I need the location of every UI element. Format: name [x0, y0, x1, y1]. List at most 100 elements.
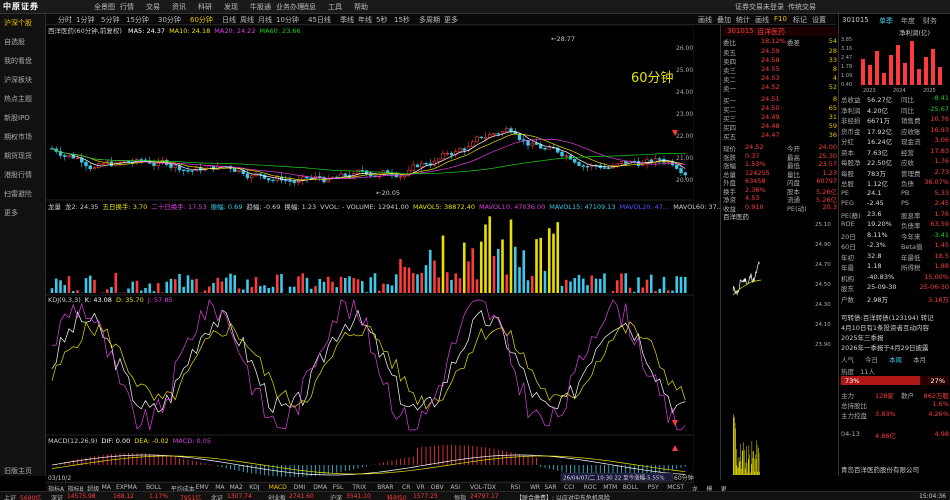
period-tab-5[interactable]: 60分钟: [190, 15, 213, 25]
indicator-tab-14[interactable]: FSL: [333, 484, 344, 491]
chart-tool-1[interactable]: 叠加: [717, 15, 731, 25]
ticker-item-14[interactable]: 1577.25: [413, 493, 438, 500]
indicator-tab-21[interactable]: VOL-TDX: [470, 484, 496, 491]
nav-item-7[interactable]: 期货现货: [4, 151, 32, 161]
period-tab-4[interactable]: 30分钟: [158, 15, 181, 25]
top-menu-9[interactable]: 工具: [328, 2, 342, 12]
ticker-item-7[interactable]: 北证: [211, 493, 223, 500]
kline-chart-area[interactable]: ←28.77 ←20.05 03/10/2 26/04/07/二 10:30 22 至…: [45, 24, 723, 485]
period-tab-11[interactable]: 季线: [340, 15, 354, 25]
period-tab-15[interactable]: 多周期: [419, 15, 440, 25]
indicator-tab-30[interactable]: MCST: [667, 484, 684, 491]
fund-tab-1[interactable]: 年度: [901, 16, 915, 26]
hot-tab-1[interactable]: 今日: [865, 354, 878, 364]
indicator-tab-23[interactable]: WR: [530, 484, 540, 491]
nav-item-10[interactable]: 更多: [4, 208, 18, 218]
indicator-tab-17[interactable]: CR: [402, 484, 410, 491]
kline-chart-svg[interactable]: ←28.77 ←20.05 03/10/2 26/04/07/二 10:30 22 至…: [45, 24, 695, 483]
hot-tab-2[interactable]: 本周: [889, 354, 902, 364]
fund-tab-2[interactable]: 财务: [923, 16, 937, 26]
ticker-item-11[interactable]: 沪深: [330, 493, 342, 500]
nav-item-1[interactable]: 自选股: [4, 37, 25, 47]
period-tab-9[interactable]: 10分钟: [276, 15, 299, 25]
indicator-tab-24[interactable]: SAR: [544, 484, 556, 491]
news-item-2[interactable]: 2025年三季报: [841, 332, 884, 342]
chart-tool-2[interactable]: 统计: [736, 15, 750, 25]
indicator-tab-13[interactable]: DMA: [313, 484, 327, 491]
top-menu-8[interactable]: 消息: [302, 2, 316, 12]
indicator-tab-9[interactable]: MA2: [230, 484, 243, 491]
top-menu-3[interactable]: 资讯: [172, 2, 186, 12]
chart-tool-6[interactable]: 设置: [812, 15, 826, 25]
intraday-chart-svg[interactable]: 25.10 24.90 24.70 24.50 24.30 24.10 23.90: [721, 210, 839, 478]
ticker-item-12[interactable]: 3541.10: [346, 493, 371, 500]
top-menu-2[interactable]: 交易: [146, 2, 160, 12]
fund-tab-0[interactable]: 单季: [879, 16, 893, 26]
indicator-tab-11[interactable]: MACD: [269, 484, 287, 491]
top-menu-4[interactable]: 科研: [198, 2, 212, 12]
ticker-item-8[interactable]: 1307.74: [227, 493, 252, 500]
nav-item-3[interactable]: 沪深板块: [4, 75, 32, 85]
ticker-news[interactable]: 【联合缴费】: 以应对中东危机风险: [516, 493, 610, 500]
period-tab-0[interactable]: 分时: [58, 15, 72, 25]
period-tab-12[interactable]: 年线: [358, 15, 372, 25]
nav-item-8[interactable]: 港股行情: [4, 170, 32, 180]
period-tab-2[interactable]: 5分钟: [101, 15, 119, 25]
nav-item-6[interactable]: 期权市场: [4, 132, 32, 142]
ticker-item-0[interactable]: 上证: [4, 493, 16, 500]
ticker-item-9[interactable]: 创业板: [268, 493, 286, 500]
top-link-1[interactable]: 传统交易: [788, 2, 816, 12]
indicator-tab-12[interactable]: DMI: [294, 484, 306, 491]
nav-item-9[interactable]: 扫雷避险: [4, 189, 32, 199]
period-tab-14[interactable]: 15秒: [394, 15, 410, 25]
indicator-tab-28[interactable]: BOLL: [623, 484, 638, 491]
indicator-tab-29[interactable]: PSY: [648, 484, 659, 491]
nav-item-0[interactable]: 沪深个股: [4, 18, 32, 28]
top-link-0[interactable]: 证券交易未登录: [735, 2, 784, 12]
ticker-item-6[interactable]: 7951亿: [180, 493, 201, 500]
hot-tab-3[interactable]: 本月: [913, 354, 926, 364]
indicator-tab-4[interactable]: EXPMA: [116, 484, 137, 491]
period-tab-16[interactable]: 更多: [444, 15, 458, 25]
chart-tool-4[interactable]: F10: [774, 15, 787, 23]
ticker-item-2[interactable]: 深证: [51, 493, 63, 500]
indicator-tab-3[interactable]: MA: [102, 484, 111, 491]
period-tab-3[interactable]: 15分钟: [126, 15, 149, 25]
indicator-tab-7[interactable]: EMV: [196, 484, 209, 491]
period-tab-13[interactable]: 5秒: [376, 15, 387, 25]
nav-item-11[interactable]: 旧版主页: [4, 466, 32, 476]
indicator-tab-16[interactable]: BRAR: [377, 484, 393, 491]
indicator-tab-25[interactable]: CCI: [564, 484, 574, 491]
indicator-tab-5[interactable]: BOLL: [146, 484, 161, 491]
convertible-bond[interactable]: 可转债:百洋转债(123194) 转记: [841, 312, 934, 322]
indicator-tab-10[interactable]: KDJ: [249, 484, 259, 491]
period-tab-1[interactable]: 1分钟: [76, 15, 94, 25]
intraday-panel[interactable]: 百洋医药 25.10 24.90 24.70 24.50 24.30 24.10 23.90: [720, 210, 838, 480]
top-menu-6[interactable]: 牛股通: [250, 2, 271, 12]
chart-tool-0[interactable]: 画线: [698, 15, 712, 25]
chart-tool-5[interactable]: 标记: [793, 15, 807, 25]
hot-tab-0[interactable]: 人气: [841, 354, 854, 364]
ticker-item-4[interactable]: 168.12: [113, 493, 134, 500]
nav-item-5[interactable]: 新股IPO: [4, 113, 30, 123]
top-menu-7[interactable]: 业务办理: [276, 2, 304, 12]
indicator-tab-15[interactable]: TRIX: [352, 484, 366, 491]
indicator-tab-8[interactable]: MA: [215, 484, 224, 491]
ticker-item-3[interactable]: 14575.98: [67, 493, 96, 500]
ticker-item-15[interactable]: 恒指: [454, 493, 466, 500]
period-tab-7[interactable]: 周线: [240, 15, 254, 25]
ticker-item-16[interactable]: 24797.17: [470, 493, 499, 500]
indicator-tab-18[interactable]: VR: [416, 484, 424, 491]
ticker-item-10[interactable]: 2741.60: [289, 493, 314, 500]
chart-tool-3[interactable]: 画线: [755, 15, 769, 25]
period-tab-10[interactable]: 45日线: [308, 15, 331, 25]
indicator-tab-20[interactable]: ASI: [450, 484, 460, 491]
top-menu-5[interactable]: 发现: [224, 2, 238, 12]
news-item-3[interactable]: 2026年一季报于4月29日披露: [841, 342, 928, 352]
indicator-tab-22[interactable]: RSI: [510, 484, 520, 491]
top-menu-1[interactable]: 行情: [120, 2, 134, 12]
period-tab-8[interactable]: 月线: [258, 15, 272, 25]
indicator-tab-26[interactable]: ROC: [584, 484, 597, 491]
nav-item-2[interactable]: 我的看盘: [4, 56, 32, 66]
nav-item-4[interactable]: 热点主题: [4, 94, 32, 104]
